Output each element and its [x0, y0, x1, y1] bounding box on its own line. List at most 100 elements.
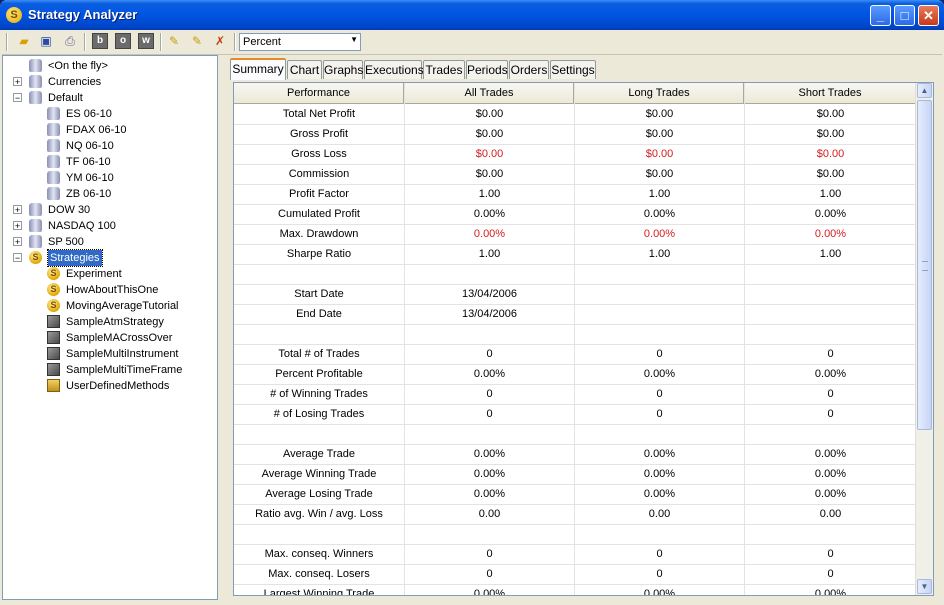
expand-icon[interactable]: +	[13, 221, 22, 231]
tree-node[interactable]: YM 06-10	[3, 170, 217, 186]
table-row: Max. Drawdown 0.00% 0.00% 0.00%	[234, 224, 916, 245]
toolbar-separator	[84, 33, 86, 51]
pane-splitter[interactable]	[218, 55, 226, 600]
metric-value	[405, 524, 574, 544]
database-icon	[29, 235, 42, 248]
column-divider	[574, 83, 575, 595]
scroll-up-button[interactable]: ▲	[917, 83, 932, 98]
tree-node[interactable]: UserDefinedMethods	[3, 378, 217, 394]
metric-label: Max. conseq. Losers	[268, 568, 370, 580]
tree-node[interactable]: FDAX 06-10	[3, 122, 217, 138]
metric-value: 1.00	[478, 248, 501, 260]
tab-trades[interactable]: Trades	[423, 60, 465, 79]
display-unit-dropdown[interactable]: Percent ▼	[239, 33, 361, 51]
metric-value: $0.00	[816, 108, 845, 120]
metric-value: 0.00%	[814, 228, 847, 240]
dropdown-arrow-icon[interactable]: ▼	[350, 35, 358, 44]
metric-label: Total # of Trades	[278, 348, 360, 360]
optimize-o-icon[interactable]: o	[115, 33, 131, 49]
tree-node-label: <On the fly>	[48, 60, 108, 72]
tree-node[interactable]: TF 06-10	[3, 154, 217, 170]
expand-icon[interactable]: +	[13, 205, 22, 215]
tree-node[interactable]: ES 06-10	[3, 106, 217, 122]
column-header[interactable]: All Trades	[405, 83, 574, 103]
tree-node[interactable]: SampleMACrossOver	[3, 330, 217, 346]
collapse-icon[interactable]: −	[13, 93, 22, 103]
minimize-button[interactable]: _	[870, 5, 891, 26]
tree-node[interactable]: + NASDAQ 100	[3, 218, 217, 234]
metric-value: 0.00%	[473, 468, 506, 480]
tree-node-label: Strategies	[47, 249, 103, 267]
tree-node[interactable]: ZB 06-10	[3, 186, 217, 202]
tree-node-label: UserDefinedMethods	[66, 380, 170, 392]
tree-node[interactable]: SampleMultiTimeFrame	[3, 362, 217, 378]
metric-value: 0	[827, 548, 834, 560]
tree-node[interactable]: − Default	[3, 90, 217, 106]
expand-icon[interactable]: +	[13, 237, 22, 247]
tab-graphs[interactable]: Graphs	[323, 60, 363, 79]
backtest-b-icon[interactable]: b	[92, 33, 108, 49]
tree-node[interactable]: − S Strategies	[3, 249, 217, 267]
tab-executions[interactable]: Executions	[364, 60, 424, 79]
database-icon	[47, 139, 60, 152]
metric-value	[405, 424, 574, 444]
scroll-thumb[interactable]	[917, 100, 932, 430]
tab-periods[interactable]: Periods	[466, 60, 508, 79]
walkforward-w-icon[interactable]: w	[138, 33, 154, 49]
metric-label: Max. conseq. Winners	[264, 548, 374, 560]
maximize-button[interactable]: □	[894, 5, 915, 26]
metric-value: $0.00	[645, 168, 674, 180]
instrument-strategy-tree[interactable]: <On the fly> + Currencies − Default ES 06-10 F…	[2, 55, 218, 600]
title-bar[interactable]: S Strategy Analyzer _ □ ✕	[0, 0, 944, 30]
metric-value: 0	[486, 408, 493, 420]
tree-node[interactable]: NQ 06-10	[3, 138, 217, 154]
metric-value: 0	[827, 388, 834, 400]
result-tabs: Summary Chart Graphs Executions Trades Period…	[230, 58, 930, 80]
tree-node[interactable]: S HowAboutThisOne	[3, 282, 217, 298]
column-header[interactable]: Long Trades	[575, 83, 744, 103]
tab-chart[interactable]: Chart	[287, 60, 322, 79]
close-button[interactable]: ✕	[918, 5, 939, 26]
collapse-icon[interactable]: −	[13, 253, 22, 263]
toolbar: ▰ ▣ ⎙ b o w ✎ ✎ ✗ Percent ▼	[2, 30, 942, 55]
metric-label: Gross Profit	[289, 128, 349, 140]
tab-orders[interactable]: Orders	[509, 60, 549, 79]
tree-node[interactable]: + Currencies	[3, 74, 217, 90]
table-row: Max. conseq. Winners 0 0 0	[234, 544, 916, 565]
tree-node[interactable]: SampleAtmStrategy	[3, 314, 217, 330]
toolbar-separator	[160, 33, 162, 51]
database-icon	[47, 187, 60, 200]
save-icon[interactable]: ▣	[38, 33, 54, 49]
print-icon[interactable]: ⎙	[62, 33, 78, 49]
scroll-grip-icon	[922, 261, 928, 271]
scroll-down-button[interactable]: ▼	[917, 579, 932, 594]
new-strategy-icon[interactable]: ✎	[166, 33, 182, 49]
tree-node[interactable]: + DOW 30	[3, 202, 217, 218]
tree-node-label: Default	[48, 92, 83, 104]
tab-summary[interactable]: Summary	[230, 58, 286, 80]
metric-label: # of Losing Trades	[273, 408, 365, 420]
table-row: Total Net Profit $0.00 $0.00 $0.00	[234, 104, 916, 125]
metric-value	[575, 264, 744, 284]
vertical-scrollbar[interactable]: ▲ ▼	[915, 83, 933, 595]
tree-node[interactable]: SampleMultiInstrument	[3, 346, 217, 362]
column-header[interactable]: Performance	[234, 83, 404, 103]
tree-node-label: ZB 06-10	[66, 188, 112, 200]
open-folder-icon[interactable]: ▰	[16, 33, 32, 49]
column-header[interactable]: Short Trades	[745, 83, 916, 103]
tree-node[interactable]: + SP 500	[3, 234, 217, 250]
tree-node[interactable]: S Experiment	[3, 266, 217, 282]
edit-strategy-icon[interactable]: ✎	[189, 33, 205, 49]
metric-value: 0	[827, 568, 834, 580]
metric-value: 0	[486, 548, 493, 560]
tab-settings[interactable]: Settings	[550, 60, 596, 79]
tree-node[interactable]: <On the fly>	[3, 58, 217, 74]
window-bottom-border	[0, 600, 944, 605]
toolbar-separator	[234, 33, 236, 51]
tree-node[interactable]: S MovingAverageTutorial	[3, 298, 217, 314]
delete-strategy-icon[interactable]: ✗	[212, 33, 228, 49]
expand-icon[interactable]: +	[13, 77, 22, 87]
table-row: Sharpe Ratio 1.00 1.00 1.00	[234, 244, 916, 265]
metric-value: 0.00%	[643, 448, 676, 460]
table-header-row: Performance All Trades Long Trades Short Tr…	[234, 83, 916, 104]
